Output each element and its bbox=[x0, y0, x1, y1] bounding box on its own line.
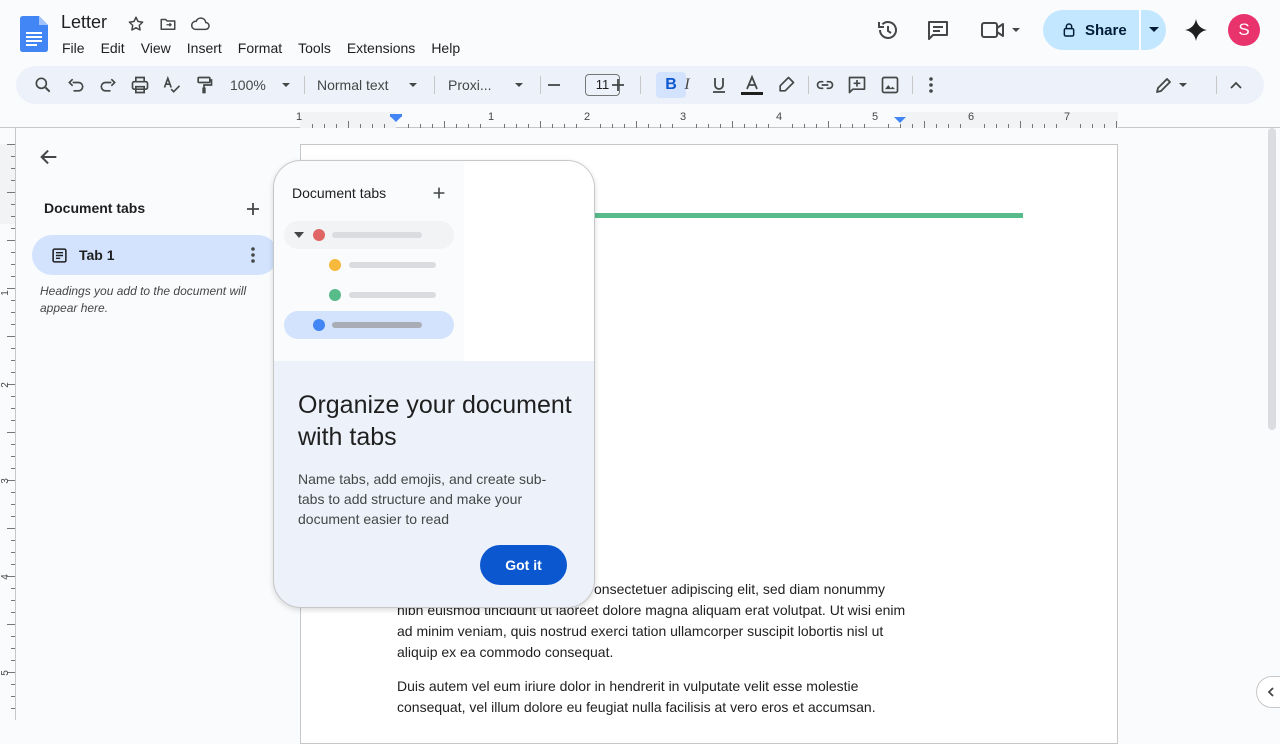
redo-icon[interactable] bbox=[98, 75, 118, 95]
ruler-label: 3 bbox=[680, 111, 687, 123]
menu-format[interactable]: Format bbox=[230, 36, 290, 60]
ruler-label: 4 bbox=[776, 111, 783, 123]
scrollbar-thumb[interactable] bbox=[1268, 128, 1276, 430]
svg-text:3: 3 bbox=[0, 478, 11, 484]
document-tabs-heading: Document tabs bbox=[44, 200, 146, 216]
add-tab-icon[interactable] bbox=[243, 199, 263, 219]
decrease-font-size-icon[interactable] bbox=[544, 75, 564, 95]
menu-view[interactable]: View bbox=[133, 36, 179, 60]
hide-menus-icon[interactable] bbox=[1226, 75, 1246, 95]
paint-format-icon[interactable] bbox=[194, 75, 214, 95]
move-folder-icon[interactable] bbox=[159, 15, 177, 33]
search-menus-icon[interactable] bbox=[33, 75, 53, 95]
more-options-icon[interactable] bbox=[921, 75, 941, 95]
undo-icon[interactable] bbox=[66, 75, 86, 95]
menu-help[interactable]: Help bbox=[423, 36, 468, 60]
popup-body: Name tabs, add emojis, and create sub-ta… bbox=[298, 471, 547, 527]
print-icon[interactable] bbox=[130, 75, 150, 95]
ruler-label: 1 bbox=[488, 111, 495, 123]
highlight-color-icon[interactable] bbox=[776, 75, 796, 95]
add-comment-icon[interactable] bbox=[847, 75, 867, 95]
font-dropdown-icon[interactable] bbox=[509, 75, 529, 95]
italic-icon[interactable]: I bbox=[677, 75, 697, 95]
increase-font-size-icon[interactable] bbox=[608, 75, 628, 95]
insert-image-icon[interactable] bbox=[880, 75, 900, 95]
svg-text:2: 2 bbox=[0, 382, 11, 388]
style-select[interactable]: Normal text bbox=[317, 77, 389, 93]
back-arrow-icon[interactable] bbox=[38, 146, 60, 168]
star-icon[interactable] bbox=[127, 15, 145, 33]
menu-edit[interactable]: Edit bbox=[93, 36, 133, 60]
app-header: Letter File Edit View Insert Format Tool… bbox=[0, 0, 1280, 64]
share-button[interactable]: Share bbox=[1043, 10, 1166, 50]
ruler-label: 5 bbox=[872, 111, 879, 123]
svg-text:1: 1 bbox=[0, 290, 11, 296]
ruler-label: 7 bbox=[1064, 111, 1071, 123]
body-text[interactable]: Duis autem vel eum iriure dolor in hendr… bbox=[397, 676, 907, 718]
illustration-row bbox=[284, 221, 454, 249]
ruler-label: 2 bbox=[584, 111, 591, 123]
vertical-ruler[interactable]: 1 2 3 4 5 bbox=[0, 128, 16, 720]
menu-extensions[interactable]: Extensions bbox=[339, 36, 423, 60]
toolbar: 100% Normal text Proxi... 11 B I bbox=[16, 66, 1264, 104]
font-select[interactable]: Proxi... bbox=[448, 77, 492, 93]
menu-file[interactable]: File bbox=[54, 36, 93, 60]
illustration-row bbox=[284, 251, 454, 279]
heading-rule bbox=[594, 213, 1023, 218]
zoom-dropdown-icon[interactable] bbox=[276, 75, 296, 95]
lock-icon bbox=[1061, 22, 1077, 38]
document-icon bbox=[51, 247, 68, 264]
tab-item-tab-1[interactable]: Tab 1 bbox=[32, 235, 278, 275]
avatar[interactable]: S bbox=[1228, 14, 1260, 46]
tab-label: Tab 1 bbox=[79, 247, 115, 263]
svg-text:4: 4 bbox=[0, 574, 11, 580]
text-color-icon[interactable] bbox=[740, 75, 764, 95]
style-dropdown-icon[interactable] bbox=[403, 75, 423, 95]
editing-mode-icon[interactable] bbox=[1154, 75, 1190, 95]
horizontal-ruler[interactable] bbox=[300, 112, 1118, 128]
tabs-onboarding-popup: Document tabs Organize your document wit… bbox=[273, 160, 595, 608]
gemini-icon[interactable] bbox=[1184, 18, 1208, 42]
share-label: Share bbox=[1085, 21, 1127, 39]
menu-tools[interactable]: Tools bbox=[290, 36, 339, 60]
popup-illustration: Document tabs bbox=[274, 161, 594, 361]
outline-hint: Headings you add to the document will ap… bbox=[40, 284, 247, 315]
got-it-button[interactable]: Got it bbox=[480, 545, 567, 585]
menu-insert[interactable]: Insert bbox=[179, 36, 230, 60]
illustration-row bbox=[284, 311, 454, 339]
zoom-select[interactable]: 100% bbox=[230, 77, 266, 93]
svg-text:5: 5 bbox=[0, 670, 11, 676]
video-call-icon[interactable] bbox=[980, 18, 1024, 42]
illustration-title: Document tabs bbox=[292, 185, 387, 201]
side-panel-toggle[interactable] bbox=[1256, 676, 1280, 708]
popup-heading: Organize your document with tabs bbox=[298, 391, 572, 451]
plus-icon bbox=[430, 184, 448, 202]
underline-icon[interactable] bbox=[709, 75, 729, 95]
insert-link-icon[interactable] bbox=[815, 75, 835, 95]
ruler-label: 1 bbox=[296, 111, 303, 123]
cloud-status-icon[interactable] bbox=[190, 15, 210, 33]
docs-logo-icon[interactable] bbox=[20, 16, 48, 52]
body-text[interactable]: nibh euismod tincidunt ut laoreet dolore… bbox=[397, 600, 907, 663]
illustration-row bbox=[284, 281, 454, 309]
history-icon[interactable] bbox=[876, 18, 900, 42]
comment-icon[interactable] bbox=[926, 18, 950, 42]
ruler-label: 6 bbox=[968, 111, 975, 123]
spellcheck-icon[interactable] bbox=[162, 75, 182, 95]
share-dropdown-icon[interactable] bbox=[1141, 10, 1166, 50]
tab-options-icon[interactable] bbox=[243, 245, 263, 265]
menu-bar: File Edit View Insert Format Tools Exten… bbox=[54, 36, 468, 60]
document-title[interactable]: Letter bbox=[61, 12, 107, 33]
